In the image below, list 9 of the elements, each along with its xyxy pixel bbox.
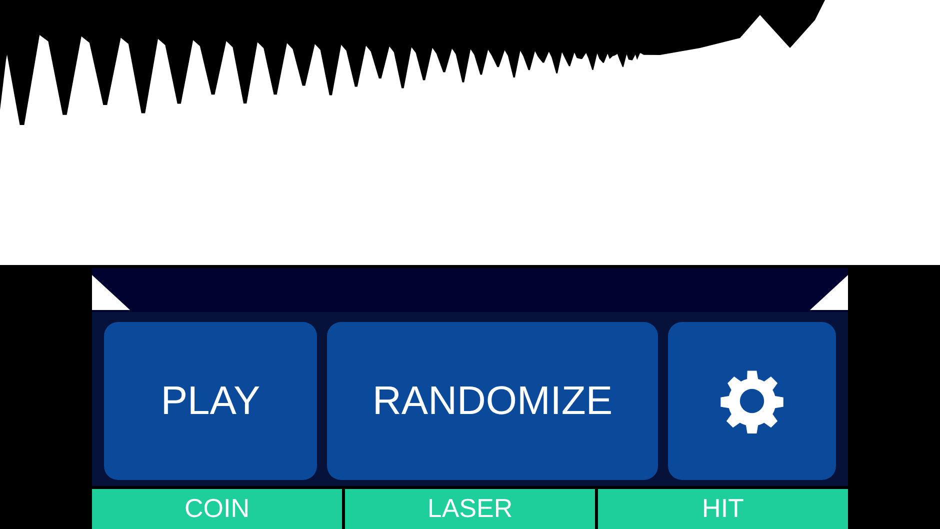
preset-button[interactable]: LASER [345, 489, 595, 529]
corner-triangle-icon [810, 275, 848, 310]
action-button[interactable]: PLAY [104, 322, 317, 480]
preset-button[interactable]: COIN [92, 489, 342, 529]
corner-triangle-icon [92, 275, 130, 310]
action-button[interactable]: RANDOMIZE [327, 322, 658, 480]
settings-icon [719, 368, 785, 434]
settings-button[interactable] [668, 322, 836, 480]
preset-button[interactable]: HIT [598, 489, 848, 529]
